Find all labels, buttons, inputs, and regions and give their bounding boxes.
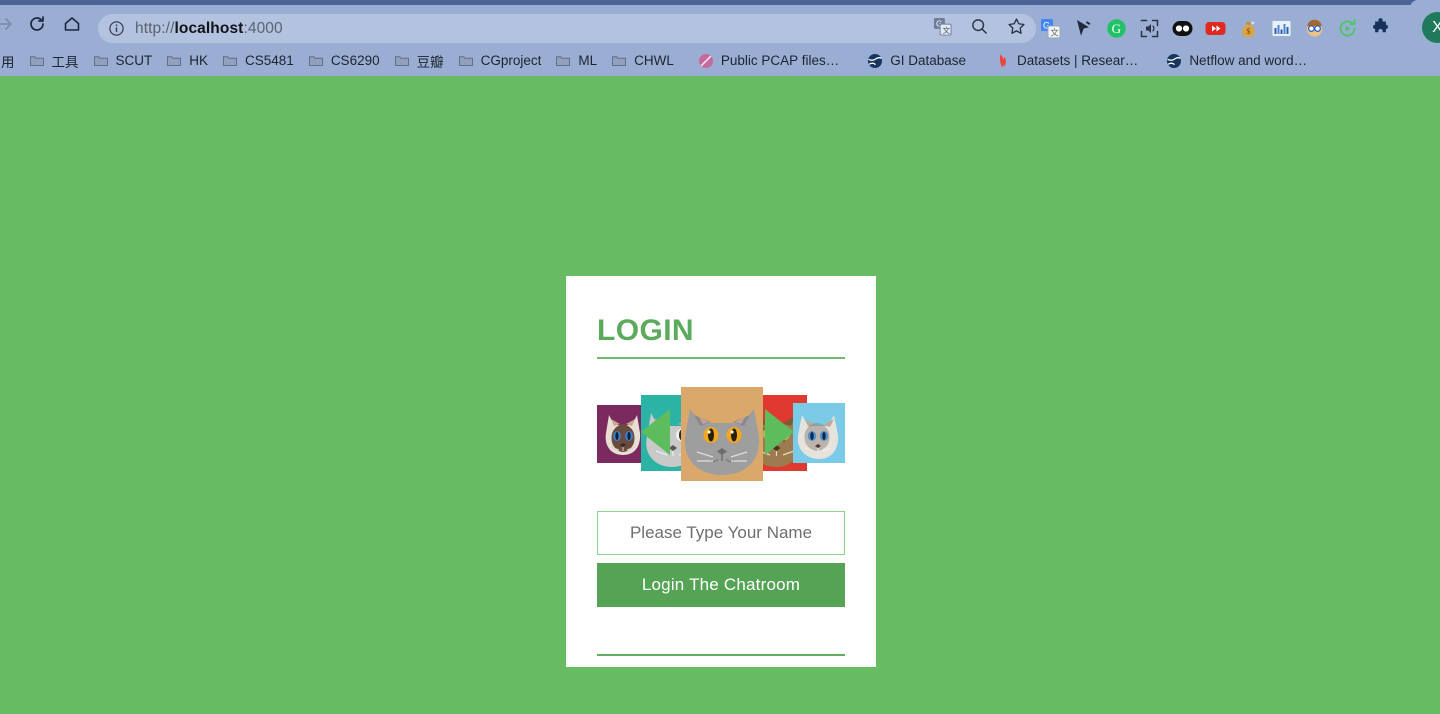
title-divider <box>597 357 845 359</box>
globe-icon <box>867 53 883 69</box>
bookmark-item[interactable]: SCUT <box>86 50 160 72</box>
search-icon[interactable] <box>970 17 989 41</box>
bookmark-item[interactable]: 豆瓣 <box>387 48 451 74</box>
url-host: localhost <box>174 19 244 37</box>
folder-icon <box>611 53 627 69</box>
page-viewport: LOGIN Please Type Your Name Login The Ch… <box>0 76 1440 714</box>
bookmark-item[interactable]: CS5481 <box>215 50 301 72</box>
bookmark-item[interactable]: CHWL <box>604 50 681 72</box>
svg-text:文: 文 <box>943 24 951 34</box>
green-refresh-icon[interactable] <box>1337 18 1358 39</box>
address-bar[interactable]: http://localhost:4000 G 文 <box>98 14 1036 43</box>
folder-icon <box>93 53 109 69</box>
forward-button[interactable] <box>0 11 18 37</box>
bookmark-label: CS5481 <box>245 53 294 68</box>
red-crescent-icon <box>994 53 1010 69</box>
bookmark-label: Netflow and word… <box>1189 53 1308 68</box>
address-bar-url: http://localhost:4000 <box>135 20 283 38</box>
pink-circle-icon <box>698 53 714 69</box>
bookmark-label: ML <box>578 53 598 68</box>
home-button[interactable] <box>59 11 85 37</box>
puzzle-icon[interactable] <box>1370 18 1391 39</box>
profile-avatar[interactable]: X <box>1422 12 1440 43</box>
folder-icon <box>308 53 324 69</box>
folder-icon <box>458 53 474 69</box>
info-circle-icon[interactable] <box>108 20 125 37</box>
svg-text:G: G <box>1112 21 1121 36</box>
bookmark-label: Datasets | Resear… <box>1017 53 1139 68</box>
bookmark-item[interactable]: Datasets | Resear… <box>987 50 1145 72</box>
browser-chrome: http://localhost:4000 G 文 G 文 G $ X 用 工具… <box>0 0 1440 76</box>
bookmark-item[interactable]: CS6290 <box>301 50 387 72</box>
bookmark-label: GI Database <box>890 53 966 68</box>
dual-dot-icon[interactable] <box>1172 18 1193 39</box>
bookmark-item[interactable]: 工具 <box>22 48 86 74</box>
face-glasses-icon[interactable] <box>1304 18 1325 39</box>
bookmark-label: 工具 <box>51 54 79 70</box>
globe-icon <box>1166 53 1182 69</box>
svg-text:$: $ <box>1246 26 1250 36</box>
login-button[interactable]: Login The Chatroom <box>597 563 845 607</box>
browser-toolbar: http://localhost:4000 G 文 G 文 G $ X <box>0 5 1440 43</box>
bookmark-label: CHWL <box>634 53 674 68</box>
bookmark-bar: 用 工具 SCUT HK CS5481 CS6290 豆瓣 CGproject … <box>0 45 1440 76</box>
folder-icon <box>166 53 182 69</box>
bookmark-item[interactable]: HK <box>159 50 215 72</box>
chart-icon[interactable] <box>1271 18 1292 39</box>
bookmark-label: CS6290 <box>330 53 380 68</box>
folder-icon <box>394 53 410 69</box>
star-icon[interactable] <box>1007 17 1026 41</box>
reload-button[interactable] <box>24 11 50 37</box>
bookmark-item[interactable]: 用 <box>0 48 22 74</box>
extensions-tray: G 文 G $ <box>1040 14 1391 43</box>
bookmark-label: CGproject <box>480 53 542 68</box>
bookmark-item[interactable]: ML <box>548 50 604 72</box>
bookmark-item[interactable]: Netflow and word… <box>1159 50 1314 72</box>
bookmark-label: 豆瓣 <box>416 54 444 70</box>
bookmark-label: HK <box>189 53 209 68</box>
carousel-slide[interactable] <box>793 403 845 463</box>
cat-image-carousel[interactable] <box>597 387 845 481</box>
login-card: LOGIN Please Type Your Name Login The Ch… <box>566 276 876 667</box>
url-rest: :4000 <box>243 19 283 37</box>
bookmark-item[interactable]: CGproject <box>451 50 549 72</box>
google-translate-icon[interactable]: G 文 <box>933 17 952 41</box>
bookmark-label: SCUT <box>115 53 153 68</box>
svg-text:文: 文 <box>1050 28 1059 38</box>
grammarly-icon[interactable]: G <box>1106 18 1127 39</box>
name-input[interactable] <box>597 511 845 555</box>
cursor-pointer-icon[interactable] <box>1073 18 1094 39</box>
siamese-cat-blue-image <box>793 403 845 463</box>
folder-icon <box>29 53 45 69</box>
google-translate-icon[interactable]: G 文 <box>1040 18 1061 39</box>
folder-icon <box>555 53 571 69</box>
bottom-divider <box>597 654 845 656</box>
bookmark-label: 用 <box>1 54 15 70</box>
folder-icon <box>222 53 238 69</box>
british-shorthair-cat-image <box>681 387 763 481</box>
speaker-icon[interactable] <box>1139 18 1160 39</box>
omnibox-actions: G 文 <box>933 14 1026 43</box>
youtube-icon[interactable] <box>1205 18 1226 39</box>
carousel-slide-active[interactable] <box>681 387 763 481</box>
money-bag-icon[interactable]: $ <box>1238 18 1259 39</box>
bookmark-item[interactable]: GI Database <box>860 50 973 72</box>
carousel-next-arrow-icon[interactable] <box>765 409 794 455</box>
bookmark-label: Public PCAP files… <box>720 53 840 68</box>
carousel-prev-arrow-icon[interactable] <box>641 409 670 455</box>
bookmark-item[interactable]: Public PCAP files… <box>691 50 846 72</box>
url-scheme: http:// <box>135 19 175 37</box>
page-title: LOGIN <box>597 314 694 347</box>
